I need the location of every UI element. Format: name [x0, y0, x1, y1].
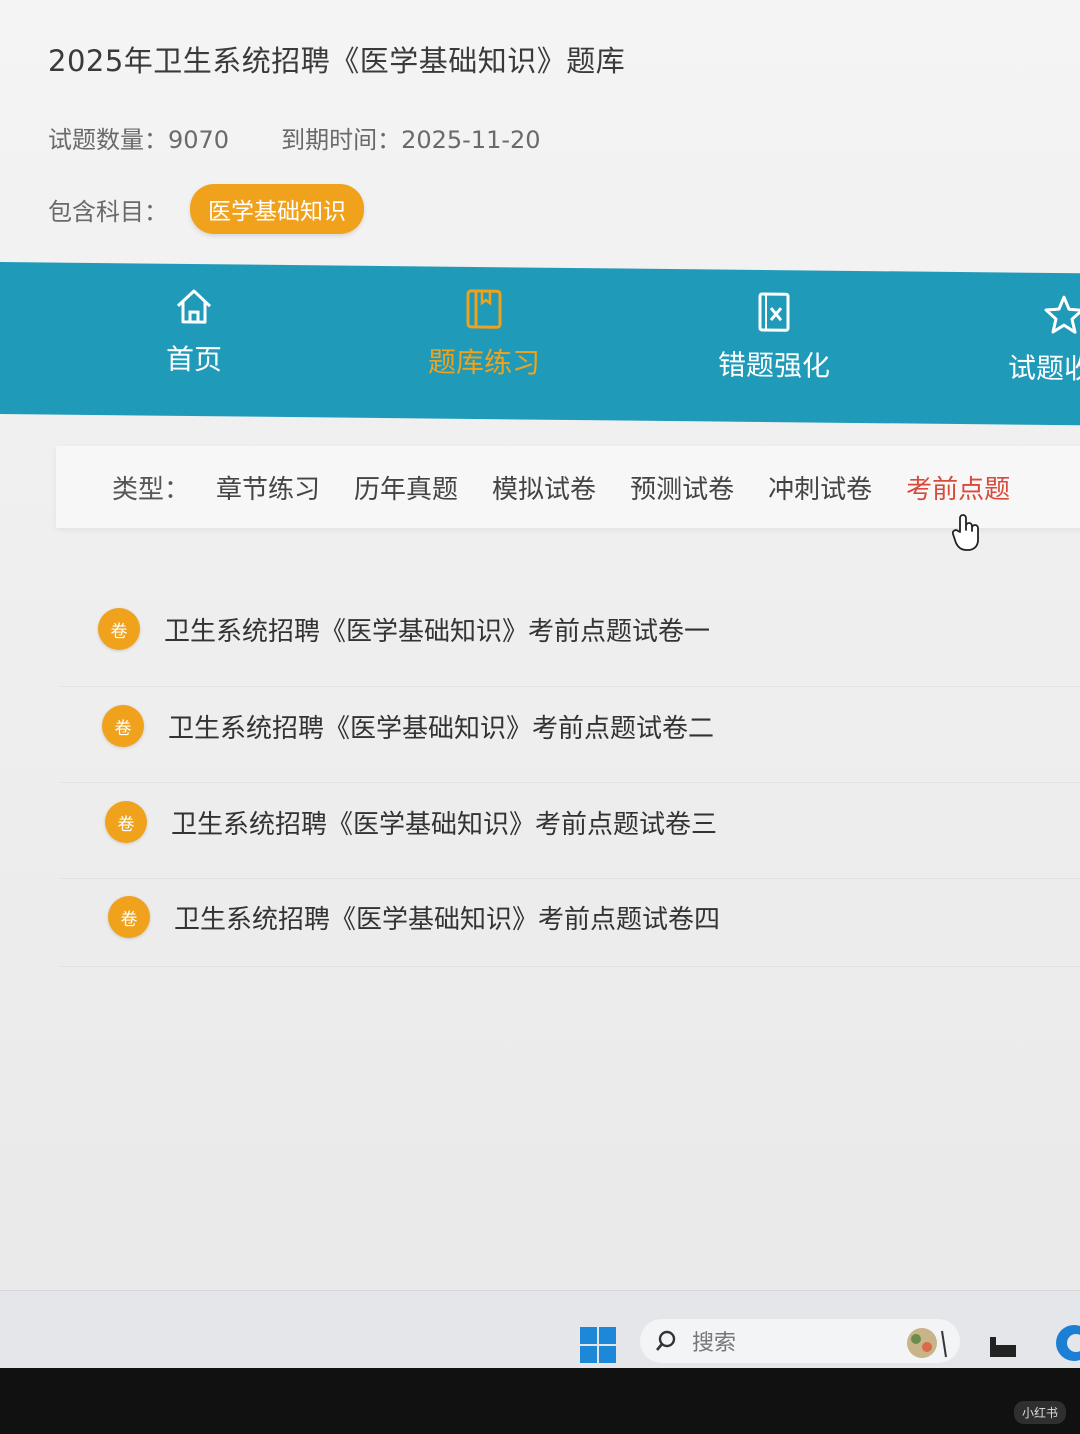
taskbar: 搜索 — [0, 1290, 1080, 1368]
paper-badge-icon: 卷 — [108, 896, 150, 938]
hand-cursor-icon — [951, 514, 979, 551]
row-divider — [60, 782, 1080, 783]
main-nav: 首页 题库练习 错题强化 试题收 — [0, 262, 1080, 426]
nav-practice-label: 题库练习 — [427, 345, 540, 380]
paper-item-2[interactable]: 卷 卫生系统招聘《医学基础知识》考前点题试卷二 — [102, 705, 714, 747]
tab-past-exams[interactable]: 历年真题 — [354, 469, 458, 506]
subject-badge[interactable]: 医学基础知识 — [190, 184, 364, 234]
expiry-date: 到期时间：2025-11-20 — [281, 126, 541, 154]
search-icon — [656, 1330, 676, 1351]
question-count: 试题数量：9070 — [48, 126, 230, 154]
search-highlight-icon[interactable] — [902, 1325, 948, 1361]
star-icon — [1044, 295, 1080, 334]
browser-screen: 2025年卫生系统招聘《医学基础知识》题库 试题数量：9070 到期时间：202… — [0, 0, 1080, 1368]
search-placeholder: 搜索 — [692, 1331, 737, 1356]
tab-sprint-papers[interactable]: 冲刺试卷 — [768, 469, 872, 506]
paper-badge-icon: 卷 — [102, 705, 144, 747]
nav-wrong-label: 错题强化 — [717, 348, 830, 383]
subject-label: 包含科目： — [48, 197, 168, 226]
type-label: 类型： — [112, 474, 191, 505]
paper-title: 卫生系统招聘《医学基础知识》考前点题试卷一 — [164, 616, 711, 647]
bank-meta: 试题数量：9070 到期时间：2025-11-20 — [48, 120, 593, 155]
tab-chapter-practice[interactable]: 章节练习 — [216, 469, 320, 506]
row-divider — [60, 966, 1080, 967]
watermark: 小红书 — [1013, 1401, 1066, 1424]
nav-wrong-questions[interactable]: 错题强化 — [684, 289, 864, 385]
task-view-icon[interactable] — [988, 1335, 1018, 1359]
paper-badge-icon: 卷 — [98, 608, 140, 650]
home-icon — [176, 289, 212, 324]
nav-favorites-label: 试题收 — [1008, 351, 1080, 386]
tab-pre-exam-tips[interactable]: 考前点题 — [906, 469, 1010, 506]
edge-browser-icon[interactable] — [1052, 1323, 1080, 1363]
nav-practice[interactable]: 题库练习 — [394, 286, 574, 382]
row-divider — [60, 686, 1080, 687]
page-title: 2025年卫生系统招聘《医学基础知识》题库 — [48, 44, 626, 78]
paper-item-4[interactable]: 卷 卫生系统招聘《医学基础知识》考前点题试卷四 — [108, 896, 720, 938]
nav-home-label: 首页 — [165, 342, 222, 377]
paper-item-3[interactable]: 卷 卫生系统招聘《医学基础知识》考前点题试卷三 — [105, 801, 717, 843]
type-filter-bar: 类型： 章节练习 历年真题 模拟试卷 预测试卷 冲刺试卷 考前点题 — [56, 446, 1080, 528]
book-icon — [466, 289, 502, 329]
paper-item-1[interactable]: 卷 卫生系统招聘《医学基础知识》考前点题试卷一 — [98, 608, 710, 650]
tab-mock-papers[interactable]: 模拟试卷 — [492, 469, 596, 506]
paper-title: 卫生系统招聘《医学基础知识》考前点题试卷三 — [171, 809, 718, 840]
monitor-bezel: 小红书 — [0, 1368, 1080, 1434]
wrong-doc-icon — [758, 292, 790, 332]
paper-title: 卫生系统招聘《医学基础知识》考前点题试卷四 — [174, 904, 721, 935]
row-divider — [60, 878, 1080, 879]
paper-title: 卫生系统招聘《医学基础知识》考前点题试卷二 — [168, 713, 715, 744]
paper-badge-icon: 卷 — [105, 801, 147, 843]
nav-home[interactable]: 首页 — [104, 283, 284, 379]
tab-prediction-papers[interactable]: 预测试卷 — [630, 469, 734, 506]
nav-favorites[interactable]: 试题收 — [968, 292, 1080, 388]
subject-row: 包含科目： 医学基础知识 — [48, 184, 364, 234]
windows-start-icon[interactable] — [580, 1327, 616, 1363]
